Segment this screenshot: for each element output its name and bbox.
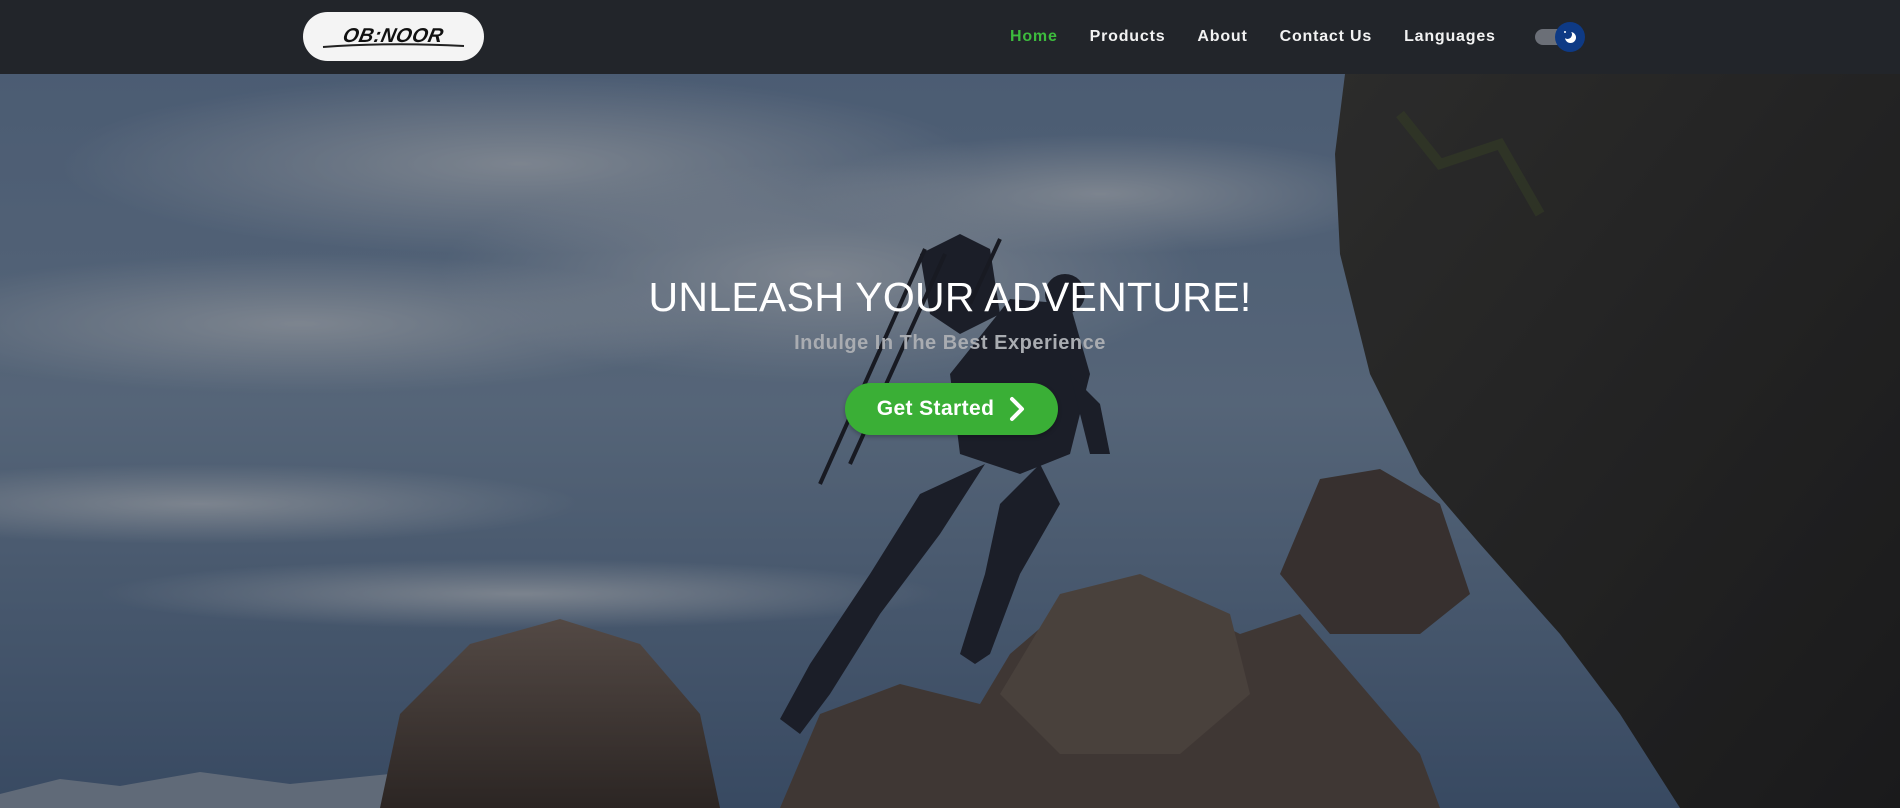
hero-section: UNLEASH YOUR ADVENTURE! Indulge In The B… xyxy=(0,74,1900,808)
navbar: OB:NOOR Home Products About Contact Us L… xyxy=(0,0,1900,74)
nav-about[interactable]: About xyxy=(1197,28,1247,46)
hero-subtitle: Indulge In The Best Experience xyxy=(794,332,1106,354)
cta-label: Get Started xyxy=(876,397,995,420)
chevron-right-icon xyxy=(1010,397,1025,421)
nav-products[interactable]: Products xyxy=(1090,28,1166,46)
moon-icon xyxy=(1563,30,1576,43)
main-nav: Home Products About Contact Us Languages xyxy=(1010,0,1528,74)
toggle-knob xyxy=(1555,22,1585,52)
hero-content: UNLEASH YOUR ADVENTURE! Indulge In The B… xyxy=(0,74,1900,808)
logo-swoosh xyxy=(322,43,465,48)
theme-toggle[interactable] xyxy=(1535,22,1585,52)
nav-home[interactable]: Home xyxy=(1010,28,1058,46)
hero-title: UNLEASH YOUR ADVENTURE! xyxy=(648,274,1252,320)
brand-logo[interactable]: OB:NOOR xyxy=(303,12,484,61)
get-started-button[interactable]: Get Started xyxy=(845,383,1058,435)
nav-languages[interactable]: Languages xyxy=(1404,28,1496,46)
nav-contact-us[interactable]: Contact Us xyxy=(1280,28,1372,46)
